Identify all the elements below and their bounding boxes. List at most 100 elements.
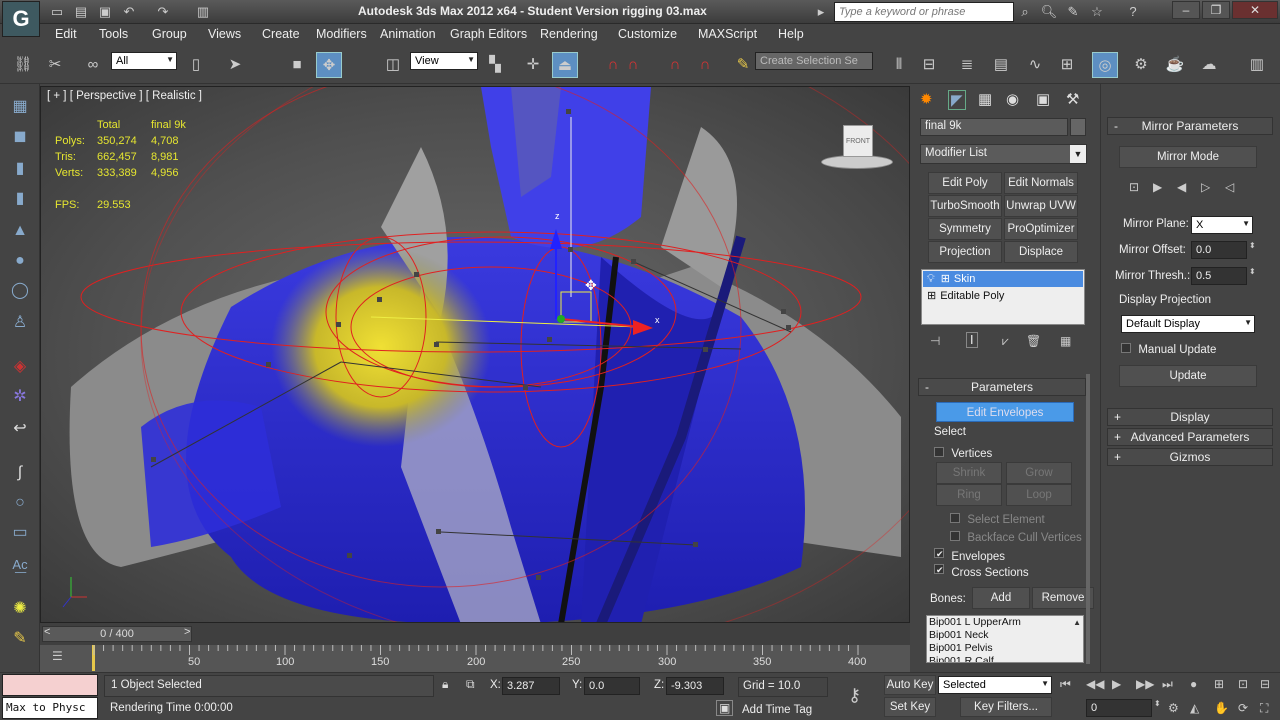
grid-icon[interactable]: ▦ bbox=[7, 94, 33, 120]
field-of-view-icon[interactable]: ◭ bbox=[1190, 701, 1199, 715]
spinner-arrows-icon[interactable]: ⬍ bbox=[1249, 267, 1256, 276]
cylinder-primitive-icon[interactable]: ▮ bbox=[7, 156, 33, 182]
unlink-icon[interactable]: ✂ bbox=[42, 52, 68, 78]
bones-list-item[interactable]: Bip001 R Calf bbox=[927, 655, 1083, 662]
shrink-button[interactable]: Shrink bbox=[936, 462, 1002, 484]
mirror-paste-icon[interactable]: ⊡ bbox=[1129, 180, 1139, 194]
paste-green-to-blue-bones-icon[interactable]: ▶ bbox=[1153, 180, 1162, 194]
mirror-icon[interactable]: ⫴ bbox=[886, 52, 912, 78]
redo-icon[interactable]: ↷ bbox=[154, 3, 172, 21]
mirror-plane-dropdown[interactable]: X bbox=[1191, 216, 1253, 234]
zoom-extents-icon[interactable]: ⊡ bbox=[1238, 677, 1248, 691]
help-icon[interactable]: ? bbox=[1124, 3, 1142, 21]
pan-icon[interactable]: ✋ bbox=[1214, 701, 1229, 715]
box-primitive-icon[interactable]: ◼ bbox=[7, 124, 33, 150]
manipulate-icon[interactable]: ✛ bbox=[520, 52, 546, 78]
menu-customize[interactable]: Customize bbox=[618, 27, 677, 41]
perspective-viewport[interactable]: [ + ] [ Perspective ] [ Realistic ] Tota… bbox=[40, 86, 910, 623]
rendered-frame-window-icon[interactable]: ☕ bbox=[1162, 52, 1188, 78]
menu-tools[interactable]: Tools bbox=[99, 27, 128, 41]
menu-create[interactable]: Create bbox=[262, 27, 300, 41]
selection-filter-dropdown[interactable]: All bbox=[111, 52, 177, 70]
particle-icon[interactable]: ✲ bbox=[7, 384, 33, 410]
edit-named-selection-icon[interactable]: ✎ bbox=[730, 52, 756, 78]
previous-frame-icon[interactable]: ◀◀ bbox=[1086, 677, 1104, 691]
orbit-icon[interactable]: ⟳ bbox=[1238, 701, 1248, 715]
play-icon[interactable]: ▶ bbox=[1112, 677, 1121, 691]
pin-stack-icon[interactable]: ⊣ bbox=[930, 334, 940, 348]
new-file-icon[interactable]: ▭ bbox=[48, 3, 66, 21]
ring-button[interactable]: Ring bbox=[936, 484, 1002, 506]
modifier-icon[interactable]: ◈ bbox=[7, 354, 33, 380]
paint-icon[interactable]: ✎ bbox=[7, 626, 33, 652]
circle-spline-icon[interactable]: ○ bbox=[7, 490, 33, 516]
menu-rendering[interactable]: Rendering bbox=[540, 27, 598, 41]
menu-graph-editors[interactable]: Graph Editors bbox=[450, 27, 527, 41]
gizmos-rollout-header[interactable]: + Gizmos bbox=[1107, 448, 1273, 466]
favorites-star-icon[interactable]: ☆ bbox=[1088, 3, 1106, 21]
rollout-scrollbar[interactable] bbox=[1086, 374, 1090, 664]
project-folder-icon[interactable]: ▥ bbox=[194, 3, 212, 21]
object-name-field[interactable]: final 9k bbox=[920, 118, 1068, 136]
material-editor-icon[interactable]: ◎ bbox=[1092, 52, 1118, 78]
bones-list[interactable]: Bip001 L UpperArm Bip001 Neck Bip001 Pel… bbox=[926, 615, 1084, 663]
torus-primitive-icon[interactable]: ◯ bbox=[7, 278, 33, 304]
search-expand-icon[interactable]: ▸ bbox=[812, 3, 830, 21]
menu-edit[interactable]: Edit bbox=[55, 27, 77, 41]
symmetry-button[interactable]: Symmetry bbox=[928, 218, 1002, 240]
key-mode-dropdown[interactable]: Selected bbox=[938, 676, 1052, 694]
key-icon[interactable]: ⚷ bbox=[848, 685, 861, 706]
select-cursor-icon[interactable]: ➤ bbox=[222, 52, 248, 78]
help-search-input[interactable]: Type a keyword or phrase bbox=[834, 2, 1014, 22]
app-logo[interactable]: G bbox=[2, 1, 40, 37]
z-coord-field[interactable]: -9.303 bbox=[666, 677, 724, 695]
hierarchy-tab-icon[interactable]: ▦ bbox=[978, 90, 992, 108]
remove-bone-button[interactable]: Remove bbox=[1032, 587, 1094, 609]
named-selection-set-input[interactable]: Create Selection Se bbox=[755, 52, 873, 70]
time-slider[interactable]: 0 / 400 bbox=[42, 626, 192, 642]
close-button[interactable]: ✕ bbox=[1232, 1, 1278, 19]
layer-manager-icon[interactable]: ≣ bbox=[954, 52, 980, 78]
subscription-icon[interactable]: ✎ bbox=[1064, 3, 1082, 21]
manual-update-row[interactable]: Manual Update bbox=[1121, 342, 1216, 356]
search-icon[interactable]: 🔍︎ bbox=[1040, 3, 1058, 21]
menu-group[interactable]: Group bbox=[152, 27, 187, 41]
curve-editor-icon[interactable]: ∿ bbox=[1022, 52, 1048, 78]
mirror-parameters-header[interactable]: - Mirror Parameters bbox=[1107, 117, 1273, 135]
render-setup-icon[interactable]: ⚙ bbox=[1128, 52, 1154, 78]
lightbulb-icon[interactable]: 💡︎ bbox=[927, 273, 935, 285]
graphite-ribbon-icon[interactable]: ▤ bbox=[988, 52, 1014, 78]
show-end-result-icon[interactable]: Ⅰ bbox=[966, 332, 978, 348]
rectangle-spline-icon[interactable]: ▭ bbox=[7, 520, 33, 546]
text-spline-icon[interactable]: A͟c bbox=[7, 552, 33, 578]
spinner-arrows-icon[interactable]: ⬍ bbox=[1249, 241, 1256, 250]
viewport-label[interactable]: [ + ] [ Perspective ] [ Realistic ] bbox=[47, 90, 202, 102]
loop-button[interactable]: Loop bbox=[1006, 484, 1072, 506]
binoculars-icon[interactable]: ⌕ bbox=[1016, 3, 1034, 21]
select-and-link-icon[interactable]: ⛓ bbox=[10, 52, 36, 78]
undo-icon[interactable]: ↶ bbox=[120, 3, 138, 21]
time-configuration-icon[interactable]: ⚙ bbox=[1168, 701, 1179, 715]
display-tab-icon[interactable]: ▣ bbox=[1036, 90, 1050, 108]
stack-item-skin[interactable]: 💡︎ ⊞ Skin bbox=[923, 271, 1083, 287]
go-to-start-icon[interactable]: ⏮ bbox=[1060, 677, 1071, 692]
scroll-up-icon[interactable]: ▲ bbox=[1073, 618, 1081, 627]
make-unique-icon[interactable]: ⩗ bbox=[1002, 334, 1009, 349]
track-bar[interactable]: ☰ 50 100 150 200 250 300 350 400 bbox=[40, 645, 910, 672]
paste-blue-to-green-verts-icon[interactable]: ◁ bbox=[1225, 180, 1234, 194]
maxscript-listener-pink[interactable] bbox=[2, 674, 98, 696]
bind-space-warp-icon[interactable]: ∞ bbox=[80, 52, 106, 78]
vertices-checkbox[interactable] bbox=[934, 447, 944, 457]
envelopes-checkbox[interactable] bbox=[934, 548, 944, 558]
minimize-button[interactable]: – bbox=[1172, 1, 1200, 19]
turbosmooth-button[interactable]: TurboSmooth bbox=[928, 195, 1002, 217]
advanced-parameters-rollout-header[interactable]: + Advanced Parameters bbox=[1107, 428, 1273, 446]
update-button[interactable]: Update bbox=[1119, 365, 1257, 387]
cross-sections-row[interactable]: Cross Sections bbox=[934, 564, 1029, 579]
bones-list-item[interactable]: Bip001 Neck bbox=[927, 629, 1083, 642]
expand-icon[interactable]: ⊞ bbox=[941, 273, 950, 285]
menu-help[interactable]: Help bbox=[778, 27, 804, 41]
menu-maxscript[interactable]: MAXScript bbox=[698, 27, 757, 41]
grow-button[interactable]: Grow bbox=[1006, 462, 1072, 484]
mirror-mode-button[interactable]: Mirror Mode bbox=[1119, 146, 1257, 168]
